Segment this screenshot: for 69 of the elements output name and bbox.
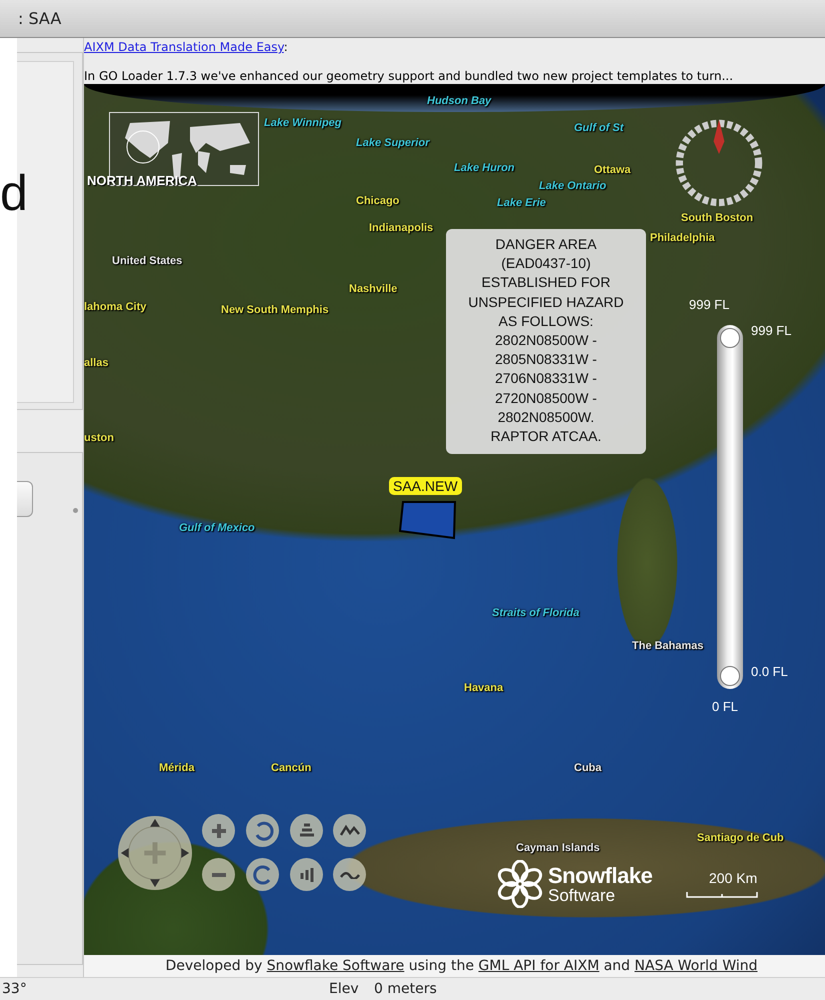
exaggerate-up-button[interactable]: [333, 814, 366, 847]
globe-map[interactable]: [84, 84, 825, 955]
map-label: Lake Ontario: [539, 180, 606, 192]
elevation-value: 0 meters: [374, 981, 437, 997]
news-link[interactable]: AIXM Data Translation Made Easy: [84, 40, 284, 54]
map-label: Hudson Bay: [427, 95, 492, 107]
map-label: New South Memphis: [221, 304, 329, 316]
splitter-grip[interactable]: [73, 508, 78, 513]
map-label: allas: [84, 357, 108, 369]
altitude-max-label: 999 FL: [689, 297, 730, 312]
logo-subtitle: Software: [548, 886, 616, 904]
map-label: uston: [84, 432, 114, 444]
map-label: Cayman Islands: [516, 842, 600, 854]
credits-text: Developed by Snowflake Software using the GML API for AIXM and NASA World Wind: [84, 955, 825, 977]
map-label: lahoma City: [84, 301, 146, 313]
altitude-upper-value: 999 FL: [751, 323, 792, 338]
map-label: Gulf of St: [574, 122, 624, 134]
tilt-down-button[interactable]: [290, 858, 323, 891]
tilt-up-button[interactable]: [290, 814, 323, 847]
map-label: Ottawa: [594, 164, 631, 176]
map-label: South Boston: [681, 212, 754, 224]
map-label: Lake Erie: [497, 197, 546, 209]
map-label: Cuba: [574, 762, 602, 774]
map-label: Lake Superior: [356, 137, 430, 149]
compass-icon[interactable]: [674, 118, 764, 208]
zoom-in-button[interactable]: [202, 814, 235, 847]
slider-thumb[interactable]: [720, 328, 740, 348]
overlay-text: d: [0, 168, 28, 218]
map-label: Chicago: [356, 195, 400, 207]
map-label: The Bahamas: [632, 640, 704, 652]
map-label: Nashville: [349, 283, 398, 295]
map-label: Santiago de Cub: [697, 832, 784, 844]
altitude-lower-value: 0.0 FL: [751, 664, 788, 679]
airspace-polygon[interactable]: [399, 500, 457, 540]
map-label: Mérida: [159, 762, 194, 774]
zoom-out-button[interactable]: [202, 858, 235, 891]
area-label: SAA.NEW: [389, 477, 462, 495]
map-label: Philadelphia: [650, 232, 715, 244]
map-label: Gulf of Mexico: [179, 522, 255, 534]
window-title: : SAA: [0, 0, 825, 38]
news-summary: In GO Loader 1.7.3 we've enhanced our geometry support and bundled two new project templates to turn...: [84, 69, 734, 84]
info-tooltip: DANGER AREA (EAD0437-10) ESTABLISHED FOR UNSPECIFIED HAZARD AS FOLLOWS: 2802N08500W - 2805N08331W - 2706N08331W - 2720N08500W - 2802N08500W. RAPTOR ATCAA.: [446, 229, 646, 454]
snowflake-logo-icon: [496, 860, 544, 908]
slider-thumb[interactable]: [720, 666, 740, 686]
partial-button[interactable]: [17, 481, 33, 517]
rotate-left-button[interactable]: [246, 814, 279, 847]
link-colon: :: [284, 40, 288, 54]
map-label: Havana: [464, 682, 504, 694]
rotate-right-button[interactable]: [246, 858, 279, 891]
map-label: Lake Winnipeg: [264, 117, 342, 129]
credits-link[interactable]: NASA World Wind: [634, 958, 758, 974]
credits-link[interactable]: Snowflake Software: [266, 958, 404, 974]
pan-control[interactable]: [117, 815, 193, 891]
map-label: Indianapolis: [369, 222, 434, 234]
map-label: United States: [112, 255, 182, 267]
credits-link[interactable]: GML API for AIXM: [478, 958, 600, 974]
minus-icon: [212, 872, 226, 876]
scale-bar: [686, 892, 758, 898]
heading-readout: 33°: [1, 981, 28, 997]
scale-label: 200 Km: [709, 870, 758, 886]
altitude-slider[interactable]: [717, 325, 743, 689]
map-label: Straits of Florida: [492, 607, 580, 619]
map-label: Lake Huron: [454, 162, 515, 174]
wave-icon: [340, 870, 360, 879]
elevation-label: Elev: [329, 981, 360, 997]
logo-name: Snowflake: [548, 864, 652, 886]
map-label: Cancún: [271, 762, 312, 774]
exaggerate-down-button[interactable]: [333, 858, 366, 891]
altitude-min-label: 0 FL: [712, 699, 738, 714]
